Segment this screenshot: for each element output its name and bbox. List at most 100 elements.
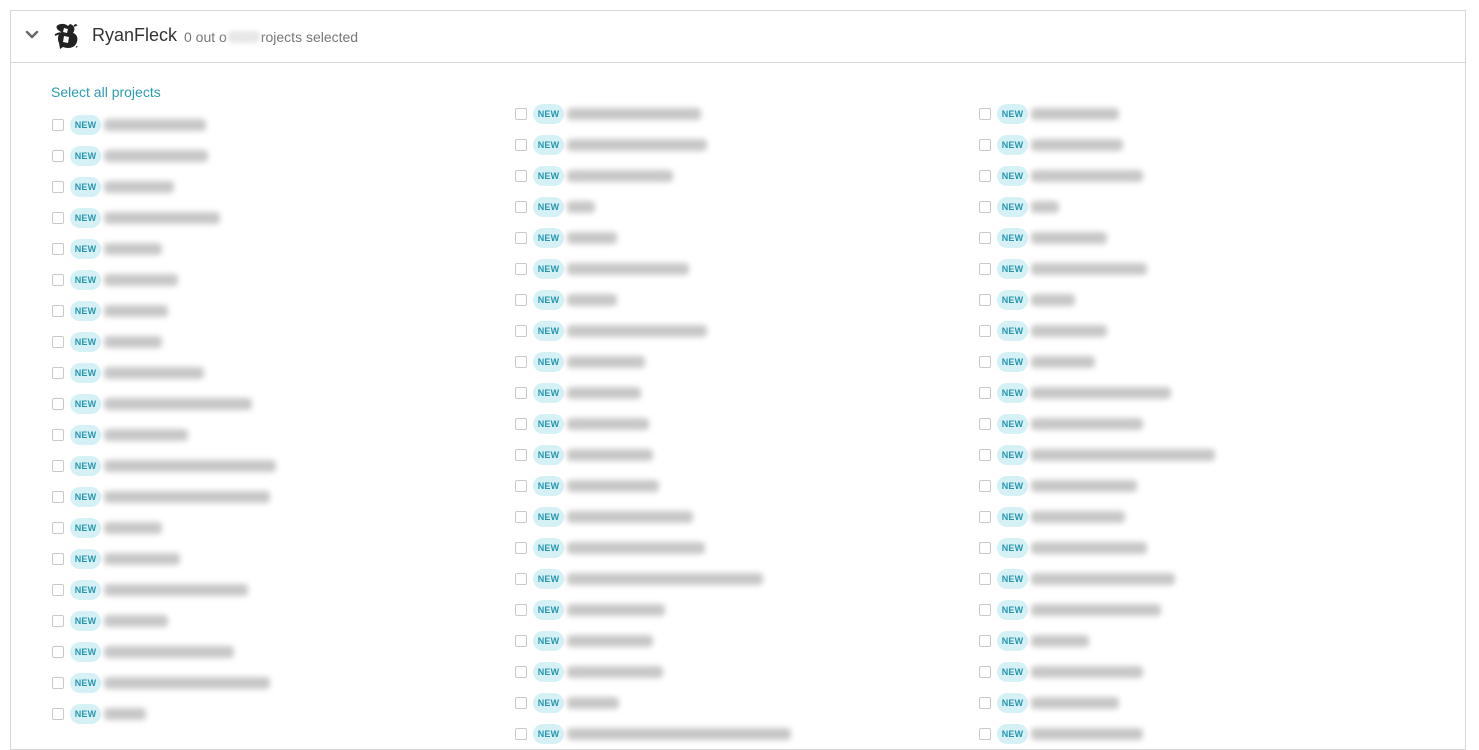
project-name-redacted[interactable] xyxy=(104,522,162,534)
project-row[interactable]: NEW xyxy=(515,382,641,404)
project-row[interactable]: NEW xyxy=(979,630,1089,652)
project-checkbox[interactable] xyxy=(979,170,991,182)
project-name-redacted[interactable] xyxy=(104,119,206,131)
project-checkbox[interactable] xyxy=(52,150,64,162)
project-name-redacted[interactable] xyxy=(1031,604,1161,616)
project-name-redacted[interactable] xyxy=(104,491,270,503)
project-checkbox[interactable] xyxy=(52,460,64,472)
project-row[interactable]: NEW xyxy=(979,599,1161,621)
project-row[interactable]: NEW xyxy=(515,599,665,621)
project-name-redacted[interactable] xyxy=(567,387,641,399)
project-checkbox[interactable] xyxy=(515,418,527,430)
project-checkbox[interactable] xyxy=(979,294,991,306)
project-checkbox[interactable] xyxy=(52,677,64,689)
project-checkbox[interactable] xyxy=(52,212,64,224)
project-name-redacted[interactable] xyxy=(1031,697,1119,709)
project-row[interactable]: NEW xyxy=(515,289,617,311)
project-name-redacted[interactable] xyxy=(1031,108,1119,120)
project-row[interactable]: NEW xyxy=(515,258,689,280)
project-checkbox[interactable] xyxy=(979,666,991,678)
project-checkbox[interactable] xyxy=(52,274,64,286)
project-row[interactable]: NEW xyxy=(515,661,663,683)
project-checkbox[interactable] xyxy=(52,646,64,658)
project-checkbox[interactable] xyxy=(515,139,527,151)
project-row[interactable]: NEW xyxy=(52,424,188,446)
project-checkbox[interactable] xyxy=(52,243,64,255)
project-name-redacted[interactable] xyxy=(104,708,146,720)
project-row[interactable]: NEW xyxy=(515,351,645,373)
project-name-redacted[interactable] xyxy=(567,201,595,213)
project-row[interactable]: NEW xyxy=(979,258,1147,280)
project-name-redacted[interactable] xyxy=(1031,294,1075,306)
project-name-redacted[interactable] xyxy=(1031,573,1175,585)
project-row[interactable]: NEW xyxy=(979,444,1215,466)
project-name-redacted[interactable] xyxy=(104,274,178,286)
project-name-redacted[interactable] xyxy=(567,108,701,120)
project-checkbox[interactable] xyxy=(979,635,991,647)
project-row[interactable]: NEW xyxy=(515,196,595,218)
project-checkbox[interactable] xyxy=(979,356,991,368)
project-checkbox[interactable] xyxy=(515,387,527,399)
project-checkbox[interactable] xyxy=(515,108,527,120)
project-name-redacted[interactable] xyxy=(1031,449,1215,461)
project-checkbox[interactable] xyxy=(979,542,991,554)
project-name-redacted[interactable] xyxy=(567,263,689,275)
project-checkbox[interactable] xyxy=(52,708,64,720)
project-name-redacted[interactable] xyxy=(1031,387,1171,399)
project-name-redacted[interactable] xyxy=(1031,635,1089,647)
project-name-redacted[interactable] xyxy=(1031,139,1123,151)
project-checkbox[interactable] xyxy=(979,604,991,616)
project-name-redacted[interactable] xyxy=(104,336,162,348)
project-name-redacted[interactable] xyxy=(104,677,270,689)
project-row[interactable]: NEW xyxy=(52,393,252,415)
project-name-redacted[interactable] xyxy=(567,635,653,647)
project-row[interactable]: NEW xyxy=(52,176,174,198)
project-checkbox[interactable] xyxy=(979,263,991,275)
project-name-redacted[interactable] xyxy=(104,429,188,441)
project-name-redacted[interactable] xyxy=(567,139,707,151)
project-name-redacted[interactable] xyxy=(104,305,168,317)
project-row[interactable]: NEW xyxy=(979,103,1119,125)
project-name-redacted[interactable] xyxy=(567,356,645,368)
project-row[interactable]: NEW xyxy=(52,207,220,229)
project-name-redacted[interactable] xyxy=(567,325,707,337)
project-row[interactable]: NEW xyxy=(515,320,707,342)
project-row[interactable]: NEW xyxy=(979,289,1075,311)
project-name-redacted[interactable] xyxy=(567,697,619,709)
project-row[interactable]: NEW xyxy=(979,382,1171,404)
project-checkbox[interactable] xyxy=(515,728,527,740)
project-checkbox[interactable] xyxy=(52,119,64,131)
project-name-redacted[interactable] xyxy=(1031,201,1059,213)
project-checkbox[interactable] xyxy=(515,542,527,554)
project-checkbox[interactable] xyxy=(979,108,991,120)
select-all-projects-link[interactable]: Select all projects xyxy=(51,84,161,100)
project-checkbox[interactable] xyxy=(515,325,527,337)
project-row[interactable]: NEW xyxy=(52,300,168,322)
chevron-down-icon[interactable] xyxy=(23,26,41,44)
project-name-redacted[interactable] xyxy=(104,243,162,255)
project-name-redacted[interactable] xyxy=(567,294,617,306)
project-checkbox[interactable] xyxy=(52,367,64,379)
project-row[interactable]: NEW xyxy=(979,723,1143,745)
project-checkbox[interactable] xyxy=(515,263,527,275)
project-checkbox[interactable] xyxy=(979,480,991,492)
project-row[interactable]: NEW xyxy=(979,475,1137,497)
project-row[interactable]: NEW xyxy=(52,455,276,477)
project-row[interactable]: NEW xyxy=(515,134,707,156)
project-name-redacted[interactable] xyxy=(1031,325,1107,337)
project-row[interactable]: NEW xyxy=(979,413,1143,435)
project-name-redacted[interactable] xyxy=(567,573,763,585)
project-name-redacted[interactable] xyxy=(1031,480,1137,492)
project-row[interactable]: NEW xyxy=(979,351,1095,373)
project-checkbox[interactable] xyxy=(979,325,991,337)
project-row[interactable]: NEW xyxy=(52,641,234,663)
project-name-redacted[interactable] xyxy=(1031,263,1147,275)
project-row[interactable]: NEW xyxy=(52,703,146,725)
project-name-redacted[interactable] xyxy=(104,150,208,162)
project-name-redacted[interactable] xyxy=(104,212,220,224)
project-name-redacted[interactable] xyxy=(1031,170,1143,182)
project-row[interactable]: NEW xyxy=(979,320,1107,342)
project-checkbox[interactable] xyxy=(515,635,527,647)
project-checkbox[interactable] xyxy=(515,666,527,678)
project-checkbox[interactable] xyxy=(52,398,64,410)
